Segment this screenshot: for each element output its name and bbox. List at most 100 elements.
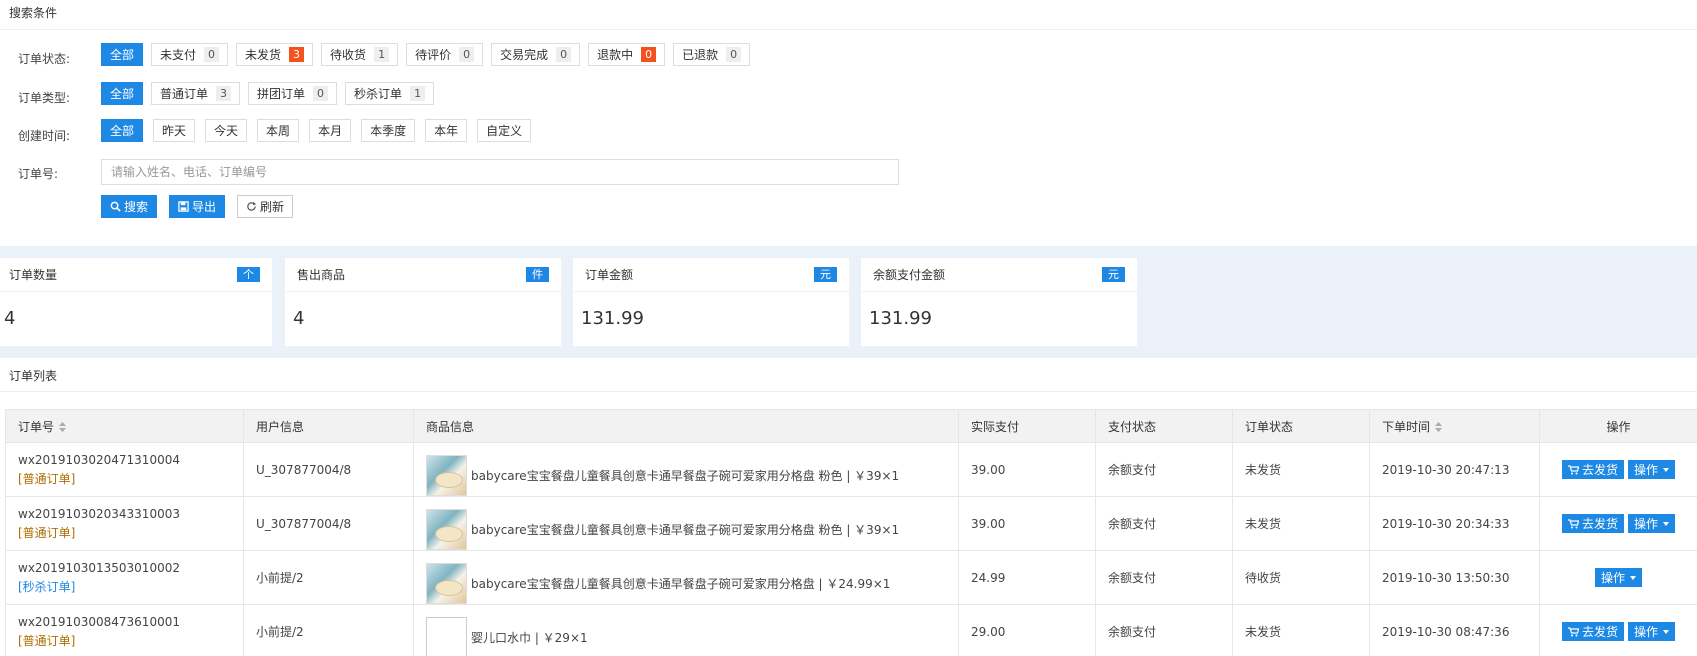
status-option-unpaid[interactable]: 未支付 0 bbox=[151, 43, 229, 66]
status-filter-row: 订单状态: 全部 未支付 0 未发货 3 待收货 1 待评价 0 交易完成 0 退款中 0 … bbox=[0, 43, 1697, 67]
time-option-today[interactable]: 今天 bbox=[205, 119, 248, 142]
search-button[interactable]: 搜索 bbox=[101, 195, 158, 218]
paid-amount: 39.00 bbox=[958, 496, 1096, 551]
row-actions: 去发货 操作 bbox=[1539, 496, 1697, 551]
col-header-order-no[interactable]: 订单号 bbox=[5, 409, 244, 443]
order-time: 2019-10-30 08:47:36 bbox=[1369, 604, 1540, 656]
product-thumbnail[interactable] bbox=[426, 509, 467, 550]
stat-divider bbox=[0, 291, 272, 292]
chevron-down-icon bbox=[1630, 575, 1636, 580]
col-header-goods: 商品信息 bbox=[413, 409, 959, 443]
status-option-to-review[interactable]: 待评价 0 bbox=[406, 43, 484, 66]
order-type-tag: [普通订单] bbox=[18, 471, 76, 486]
status-option-all[interactable]: 全部 bbox=[101, 43, 144, 66]
paid-amount: 29.00 bbox=[958, 604, 1096, 656]
stat-unit-badge: 元 bbox=[1102, 267, 1125, 282]
type-option-normal[interactable]: 普通订单 3 bbox=[151, 82, 241, 105]
refresh-icon bbox=[247, 201, 257, 211]
product-thumbnail[interactable] bbox=[426, 617, 467, 656]
order-time: 2019-10-30 20:34:33 bbox=[1369, 496, 1540, 551]
time-option-yesterday[interactable]: 昨天 bbox=[153, 119, 196, 142]
product-thumbnail[interactable] bbox=[426, 455, 467, 496]
col-header-user: 用户信息 bbox=[243, 409, 414, 443]
status-count-badge: 0 bbox=[556, 47, 572, 62]
row-actions: 去发货 操作 bbox=[1539, 604, 1697, 656]
actions-dropdown-button[interactable]: 操作 bbox=[1628, 622, 1676, 641]
order-number[interactable]: wx2019103020343310003 bbox=[18, 505, 243, 524]
chevron-down-icon bbox=[1663, 521, 1670, 526]
export-button[interactable]: 导出 bbox=[169, 195, 226, 218]
status-option-label: 全部 bbox=[110, 48, 135, 62]
order-number[interactable]: wx2019103020471310004 bbox=[18, 451, 243, 470]
status-option-label: 待收货 bbox=[330, 48, 367, 62]
status-count-badge: 1 bbox=[374, 47, 390, 62]
ship-button[interactable]: 去发货 bbox=[1561, 460, 1624, 479]
time-option-all[interactable]: 全部 bbox=[101, 119, 144, 142]
status-option-label: 未发货 bbox=[245, 48, 282, 62]
stat-title: 余额支付金额 bbox=[873, 268, 946, 282]
order-number[interactable]: wx2019103008473610001 bbox=[18, 613, 243, 632]
stat-unit-badge: 件 bbox=[526, 267, 549, 282]
actions-dropdown-button[interactable]: 操作 bbox=[1594, 568, 1642, 587]
time-option-year[interactable]: 本年 bbox=[425, 119, 468, 142]
chevron-down-icon bbox=[1663, 629, 1670, 634]
order-status: 未发货 bbox=[1232, 496, 1370, 551]
col-header-time[interactable]: 下单时间 bbox=[1369, 409, 1540, 443]
cart-icon bbox=[1567, 626, 1579, 636]
status-count-badge: 0 bbox=[726, 47, 742, 62]
order-status: 待收货 bbox=[1232, 550, 1370, 605]
time-option-custom[interactable]: 自定义 bbox=[477, 119, 532, 142]
user-info: 小前提/2 bbox=[243, 550, 414, 605]
stat-title: 售出商品 bbox=[297, 268, 346, 282]
search-icon bbox=[110, 201, 121, 212]
order-number[interactable]: wx2019103013503010002 bbox=[18, 559, 243, 578]
col-header-pay-status: 支付状态 bbox=[1095, 409, 1233, 443]
order-search-input[interactable] bbox=[101, 159, 899, 185]
search-panel: 搜索条件 订单状态: 全部 未支付 0 未发货 3 待收货 1 待评价 0 交易完成 0 … bbox=[0, 0, 1697, 246]
status-option-to-receive[interactable]: 待收货 1 bbox=[321, 43, 399, 66]
stat-divider bbox=[861, 291, 1137, 292]
order-type-tag: [秒杀订单] bbox=[18, 579, 76, 594]
ship-button[interactable]: 去发货 bbox=[1561, 514, 1624, 533]
time-option-quarter[interactable]: 本季度 bbox=[361, 119, 416, 142]
status-option-label: 退款中 bbox=[597, 48, 634, 62]
actions-dropdown-label: 操作 bbox=[1634, 463, 1659, 477]
time-option-week[interactable]: 本周 bbox=[257, 119, 300, 142]
pay-status: 余额支付 bbox=[1095, 550, 1233, 605]
type-option-group[interactable]: 拼团订单 0 bbox=[248, 82, 338, 105]
user-info: U_307877004/8 bbox=[243, 496, 414, 551]
order-time: 2019-10-30 13:50:30 bbox=[1369, 550, 1540, 605]
order-status: 未发货 bbox=[1232, 604, 1370, 656]
search-button-label: 搜索 bbox=[124, 200, 149, 214]
time-option-month[interactable]: 本月 bbox=[309, 119, 352, 142]
type-filter-label: 订单类型: bbox=[18, 91, 71, 105]
status-count-badge: 0 bbox=[459, 47, 475, 62]
status-option-completed[interactable]: 交易完成 0 bbox=[491, 43, 581, 66]
status-option-unshipped[interactable]: 未发货 3 bbox=[236, 43, 314, 66]
ship-button[interactable]: 去发货 bbox=[1561, 622, 1624, 641]
type-option-flash[interactable]: 秒杀订单 1 bbox=[345, 82, 435, 105]
status-option-refunded[interactable]: 已退款 0 bbox=[673, 43, 751, 66]
status-option-label: 交易完成 bbox=[500, 48, 549, 62]
type-option-label: 拼团订单 bbox=[257, 87, 306, 101]
order-no-label: 订单号: bbox=[18, 167, 59, 181]
status-option-refunding[interactable]: 退款中 0 bbox=[588, 43, 666, 66]
goods-info: babycare宝宝餐盘儿童餐具创意卡通早餐盘子碗可爱家用分格盘 粉色 | ￥3… bbox=[471, 469, 900, 483]
actions-dropdown-button[interactable]: 操作 bbox=[1628, 460, 1676, 479]
type-option-all[interactable]: 全部 bbox=[101, 82, 144, 105]
stat-card-order-amount: 订单金额 元 131.99 bbox=[573, 258, 849, 346]
stat-card-goods-sold: 售出商品 件 4 bbox=[285, 258, 561, 346]
actions-dropdown-label: 操作 bbox=[1634, 517, 1659, 531]
stat-unit-badge: 个 bbox=[237, 267, 260, 282]
type-option-label: 全部 bbox=[110, 87, 135, 101]
actions-dropdown-button[interactable]: 操作 bbox=[1628, 514, 1676, 533]
product-thumbnail[interactable] bbox=[426, 563, 467, 604]
col-header-paid: 实际支付 bbox=[958, 409, 1096, 443]
ship-button-label: 去发货 bbox=[1581, 517, 1618, 531]
user-info: 小前提/2 bbox=[243, 604, 414, 656]
refresh-button[interactable]: 刷新 bbox=[237, 195, 294, 218]
type-option-label: 普通订单 bbox=[160, 87, 209, 101]
table-header-row: 订单号 用户信息 商品信息 实际支付 支付状态 订单状态 下单时间 操作 bbox=[5, 409, 1697, 443]
ship-button-label: 去发货 bbox=[1581, 625, 1618, 639]
pay-status: 余额支付 bbox=[1095, 442, 1233, 497]
